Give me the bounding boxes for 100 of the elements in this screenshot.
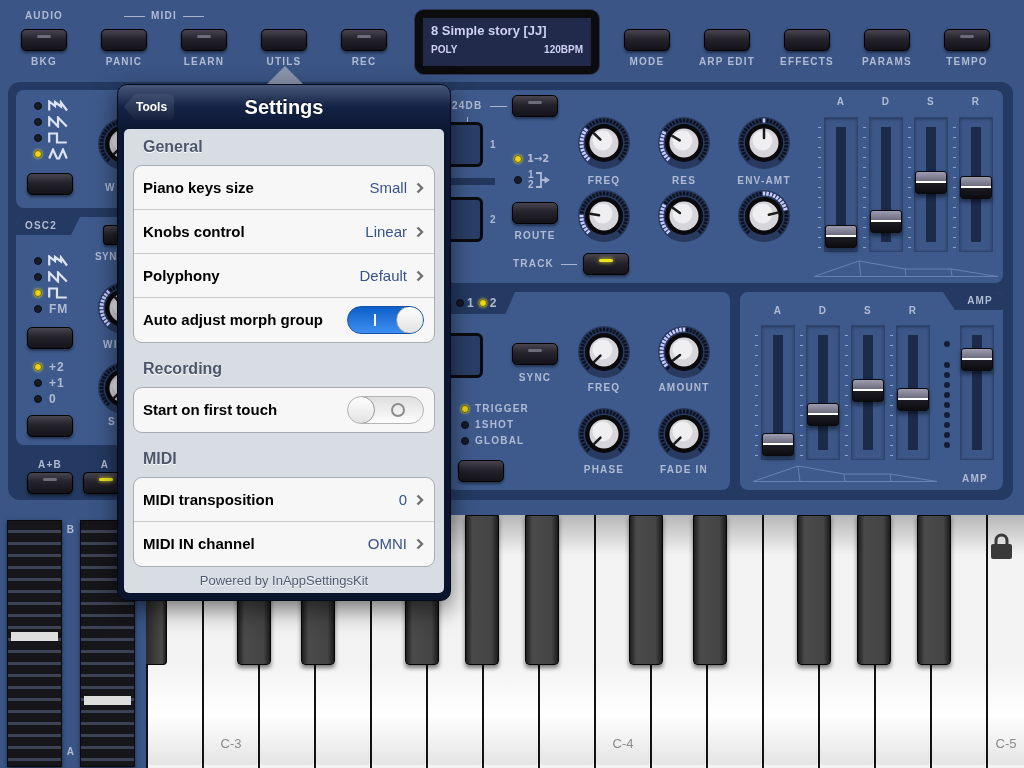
button-label: PANIC <box>105 57 143 67</box>
piano-sharp-key[interactable] <box>629 515 663 665</box>
strip-marker[interactable] <box>11 632 58 642</box>
knob[interactable] <box>578 408 630 460</box>
knob[interactable] <box>658 408 710 460</box>
led-icon[interactable] <box>34 118 42 126</box>
setting-value[interactable]: Default <box>359 266 407 285</box>
chevron-right-icon <box>416 181 424 194</box>
fader-track[interactable] <box>959 117 993 252</box>
setting-value[interactable]: Linear <box>365 222 407 241</box>
button-label: A+B <box>38 460 62 470</box>
square-wave-icon <box>48 287 68 299</box>
button-label: TEMPO <box>946 57 988 67</box>
tempo-value: 120BPM <box>544 44 583 56</box>
knob[interactable] <box>738 117 790 169</box>
fader-handle[interactable] <box>870 210 902 234</box>
led-icon[interactable] <box>514 155 522 163</box>
fader-track[interactable] <box>896 325 930 460</box>
back-button[interactable]: Tools <box>124 94 174 120</box>
setting-value[interactable]: Small <box>369 178 407 197</box>
fader-track[interactable] <box>851 325 885 460</box>
knob-label: PHASE <box>583 465 625 475</box>
knob-label: FREQ <box>587 383 621 393</box>
fader-handle[interactable] <box>762 432 794 456</box>
merge-arrow-icon <box>535 172 550 188</box>
knob[interactable] <box>658 117 710 169</box>
touch-strip[interactable] <box>80 520 135 767</box>
fader-handle[interactable] <box>825 224 857 248</box>
fader-handle[interactable] <box>807 403 839 426</box>
knob[interactable] <box>658 326 710 378</box>
led-icon[interactable] <box>34 289 42 297</box>
fader-track[interactable] <box>761 325 795 460</box>
option-label: 1 <box>467 297 475 309</box>
touch-strip[interactable] <box>7 520 62 767</box>
meter-led-icon <box>944 432 950 438</box>
setting-label: MIDI transposition <box>143 490 274 509</box>
fader-track[interactable] <box>869 117 903 252</box>
led-icon[interactable] <box>34 363 42 371</box>
fader-track[interactable] <box>824 117 858 252</box>
fader-handle[interactable] <box>960 176 992 200</box>
strip-marker[interactable] <box>84 695 131 705</box>
led-icon[interactable] <box>34 257 42 265</box>
knob-label: ENV-AMT <box>737 176 791 186</box>
panel-button[interactable] <box>83 472 117 494</box>
lock-icon[interactable] <box>990 533 1013 559</box>
led-icon[interactable] <box>34 395 42 403</box>
display-label: 1 <box>490 139 497 150</box>
toggle-switch[interactable] <box>347 306 424 334</box>
popover-pointer <box>267 66 303 84</box>
fader-handle[interactable] <box>897 387 929 411</box>
fader-label: S <box>927 97 935 107</box>
piano-sharp-key[interactable] <box>465 515 499 665</box>
panel-button[interactable] <box>583 253 629 275</box>
toggle-switch[interactable] <box>347 396 424 424</box>
button-label: ARP EDIT <box>698 57 756 67</box>
setting-value[interactable]: OMNI <box>367 535 407 553</box>
piano-sharp-key[interactable] <box>525 515 559 665</box>
fader-track[interactable] <box>806 325 840 460</box>
key-label: C-4 <box>612 737 634 751</box>
knob[interactable] <box>578 117 630 169</box>
knob-label: FADE IN <box>660 465 708 475</box>
fader-handle[interactable] <box>852 378 884 402</box>
led-icon[interactable] <box>34 273 42 281</box>
square-wave-icon <box>48 132 68 144</box>
fader-track[interactable] <box>914 117 948 252</box>
knob[interactable] <box>738 190 790 242</box>
led-icon[interactable] <box>34 305 42 313</box>
knob[interactable] <box>658 190 710 242</box>
led-icon[interactable] <box>34 150 42 158</box>
led-icon[interactable] <box>478 299 487 307</box>
option-label: TRIGGER <box>475 404 529 414</box>
piano-sharp-key[interactable] <box>857 515 891 665</box>
button-label: ROUTE <box>514 231 556 241</box>
fader-label: A <box>773 306 783 316</box>
led-icon[interactable] <box>514 176 522 184</box>
led-icon[interactable] <box>461 421 469 429</box>
led-icon[interactable] <box>34 102 42 110</box>
meter-led-icon <box>944 422 950 428</box>
fader-track[interactable] <box>960 325 994 460</box>
button-label: 24DB <box>452 101 483 111</box>
button-label: BKG <box>31 57 57 67</box>
led-icon[interactable] <box>34 134 42 142</box>
preset-display[interactable]: 8 Simple story [JJ] POLY 120BPM <box>414 9 600 75</box>
fader-handle[interactable] <box>961 348 993 371</box>
led-icon[interactable] <box>461 437 469 445</box>
button-label: REC <box>351 57 377 67</box>
voice-mode: POLY <box>431 44 458 56</box>
led-icon[interactable] <box>34 379 42 387</box>
piano-sharp-key[interactable] <box>797 515 831 665</box>
fader-handle[interactable] <box>915 170 947 194</box>
section-label: MIDI <box>151 11 177 21</box>
piano-sharp-key[interactable] <box>917 515 951 665</box>
setting-label: Start on first touch <box>143 401 278 419</box>
setting-value[interactable]: 0 <box>398 490 407 509</box>
setting-label: Piano keys size <box>143 178 254 197</box>
knob[interactable] <box>578 190 630 242</box>
piano-sharp-key[interactable] <box>693 515 727 665</box>
led-icon[interactable] <box>461 405 469 413</box>
option-label: 1SHOT <box>475 420 515 430</box>
knob[interactable] <box>578 326 630 378</box>
